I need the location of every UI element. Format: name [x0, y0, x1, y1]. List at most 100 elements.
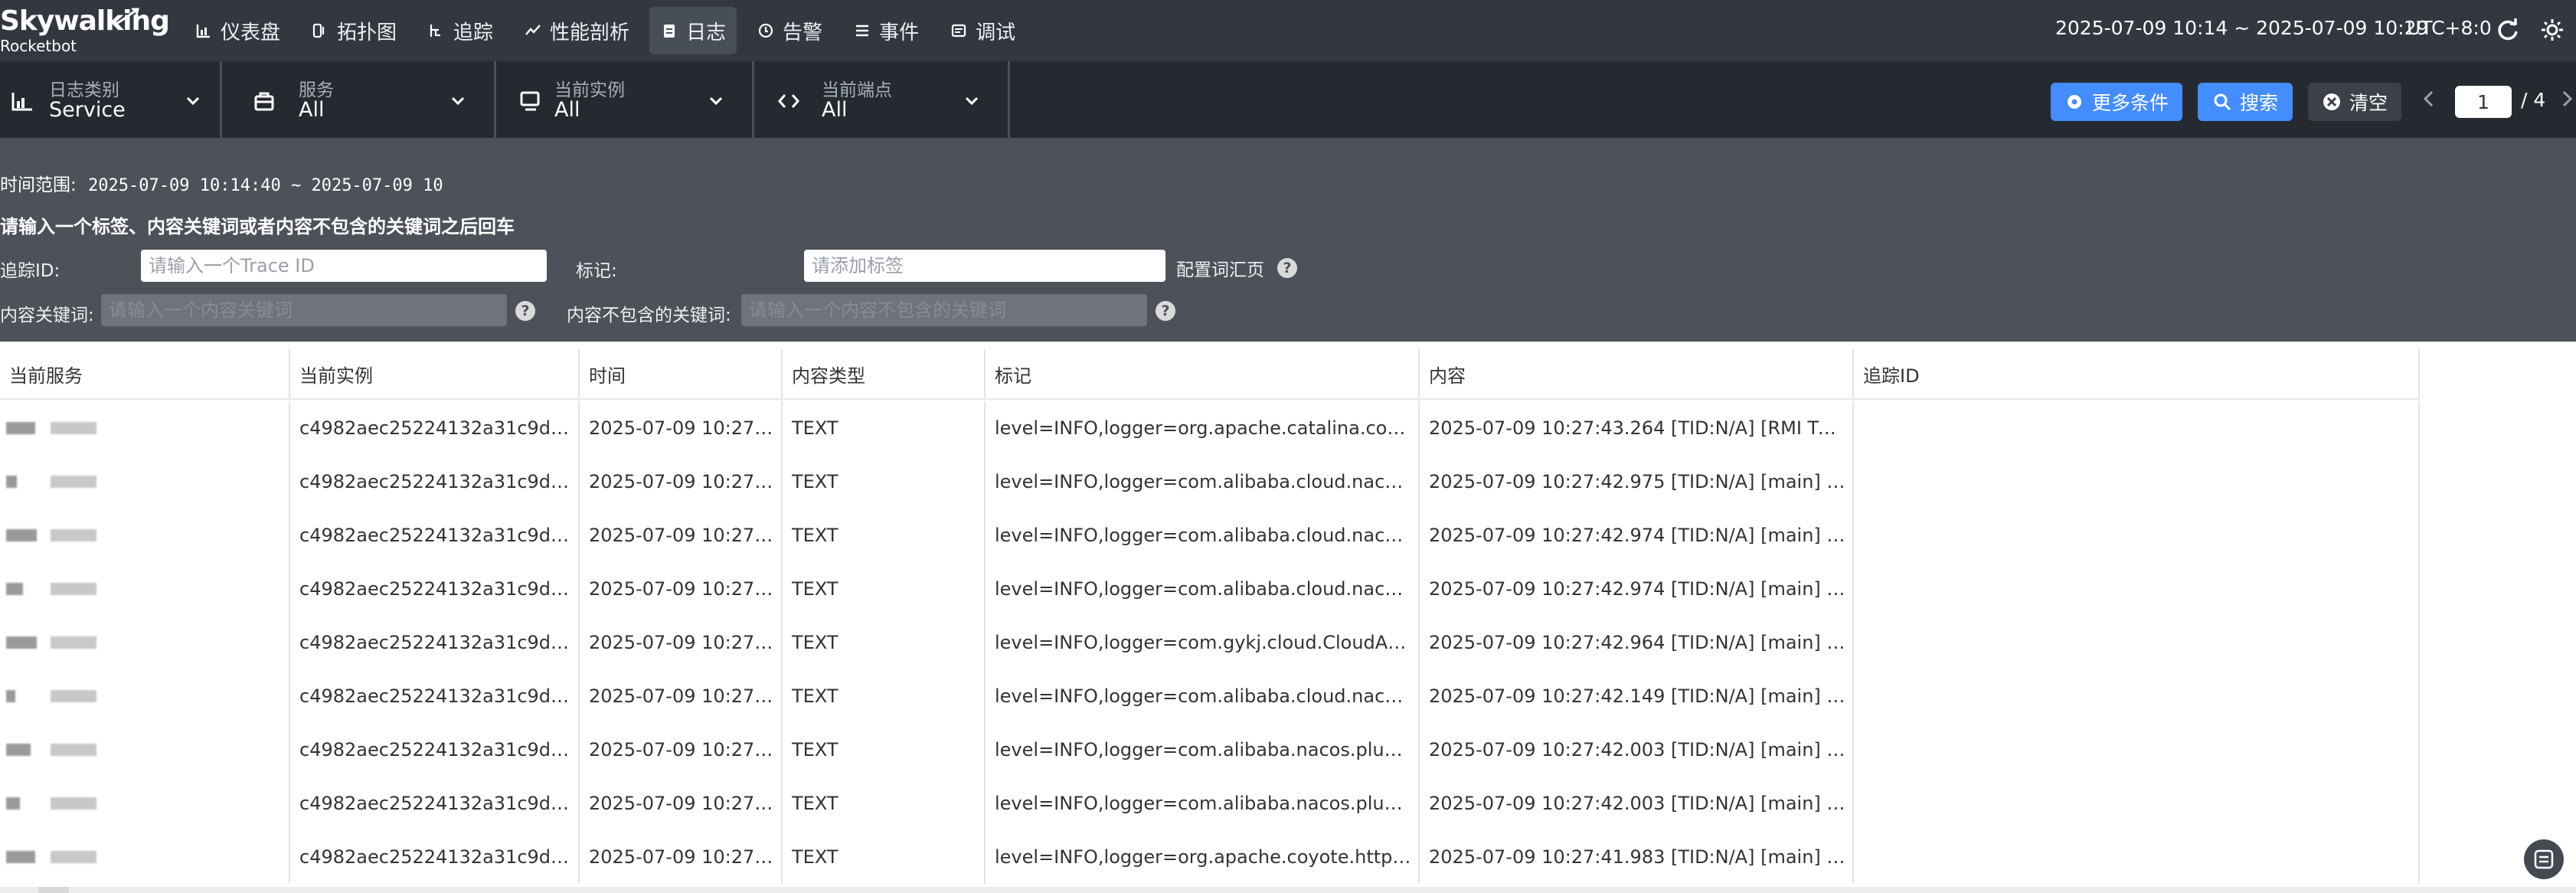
chevron-down-icon: [186, 96, 200, 106]
instance-label: 当前实例: [554, 80, 625, 100]
exclude-keyword-label: 内容不包含的关键词:: [567, 306, 731, 325]
top-navigation-bar: Skywalking Rocketbot 仪表盘 拓扑图 追踪 性能剖析 日志: [0, 0, 2576, 61]
nav-trace[interactable]: 追踪: [417, 7, 504, 54]
table-row[interactable]: c4982aec25224132a31c9d2d6... 2025-07-09 1…: [0, 455, 2576, 509]
search-button[interactable]: 搜索: [2198, 83, 2293, 121]
cell-trace-id: [1854, 830, 2420, 884]
table-row[interactable]: c4982aec25224132a31c9d2d6... 2025-07-09 1…: [0, 669, 2576, 723]
table-row[interactable]: c4982aec25224132a31c9d2d6... 2025-07-09 1…: [0, 562, 2576, 616]
endpoint-label: 当前端点: [822, 80, 892, 100]
nav-alarm-label: 告警: [783, 21, 823, 44]
settings-icon[interactable]: [2539, 17, 2565, 43]
redacted-service-name: [6, 583, 23, 595]
instance-select[interactable]: 当前实例 All: [496, 61, 754, 138]
service-select[interactable]: 服务 All: [222, 61, 496, 138]
cell-instance-text: c4982aec25224132a31c9d2d6...: [299, 685, 572, 707]
horizontal-scrollbar[interactable]: [0, 887, 2576, 893]
cell-content: 2025-07-09 10:27:43.264 [TID:N/A] [RMI T…: [1420, 401, 1854, 455]
col-content: 内容: [1420, 349, 1854, 398]
cell-time: 2025-07-09 10:27:42: [580, 616, 783, 669]
col-tags: 标记: [986, 349, 1420, 398]
cell-instance-text: c4982aec25224132a31c9d2d6...: [299, 471, 572, 492]
table-row[interactable]: c4982aec25224132a31c9d2d6... 2025-07-09 1…: [0, 777, 2576, 830]
cell-instance: c4982aec25224132a31c9d2d6...: [290, 669, 580, 723]
table-row[interactable]: c4982aec25224132a31c9d2d6... 2025-07-09 1…: [0, 509, 2576, 562]
cell-instance-text: c4982aec25224132a31c9d2d6...: [299, 632, 572, 653]
cell-content-text: 2025-07-09 10:27:42.974 [TID:N/A] [main]…: [1429, 578, 1846, 600]
cell-tags: level=INFO,logger=com.alibaba.cloud.naco…: [986, 562, 1420, 616]
cell-content: 2025-07-09 10:27:42.003 [TID:N/A] [main]…: [1420, 723, 1854, 777]
time-range-label: 时间范围:: [0, 175, 77, 195]
scrollbar-thumb[interactable]: [38, 887, 69, 893]
cell-service: [0, 455, 290, 509]
vocab-link[interactable]: 配置词汇页: [1176, 255, 1264, 281]
table-row[interactable]: c4982aec25224132a31c9d2d6... 2025-07-09 1…: [0, 723, 2576, 777]
search-label: 搜索: [2239, 92, 2278, 114]
cell-content: 2025-07-09 10:27:42.975 [TID:N/A] [main]…: [1420, 455, 1854, 509]
assistant-float-button[interactable]: [2524, 839, 2564, 879]
more-conditions-button[interactable]: 更多条件: [2051, 83, 2182, 121]
log-category-select[interactable]: 日志类别 Service: [0, 61, 222, 138]
help-icon[interactable]: ?: [515, 301, 535, 321]
cell-type: TEXT: [783, 616, 986, 669]
timezone-label[interactable]: UTC+8:0: [2407, 17, 2492, 39]
refresh-icon[interactable]: [2495, 17, 2521, 43]
cell-type-text: TEXT: [792, 525, 839, 546]
chevron-down-icon: [451, 96, 465, 106]
tag-label: 标记:: [576, 261, 617, 281]
redacted-service-name: [6, 797, 20, 810]
chevron-right-icon[interactable]: [2558, 89, 2576, 109]
trace-id-input[interactable]: [141, 250, 547, 282]
nav-dashboard[interactable]: 仪表盘: [184, 7, 291, 54]
cell-tags: level=INFO,logger=com.alibaba.cloud.naco…: [986, 455, 1420, 509]
cell-type-text: TEXT: [792, 846, 839, 868]
cell-trace-id: [1854, 562, 2420, 616]
skywalking-logo[interactable]: Skywalking Rocketbot: [0, 6, 170, 60]
nav-dashboard-label: 仪表盘: [221, 21, 281, 44]
redacted-service-name: [51, 690, 96, 702]
table-row[interactable]: c4982aec25224132a31c9d2d6... 2025-07-09 1…: [0, 401, 2576, 455]
nav-debug[interactable]: 调试: [939, 7, 1026, 54]
redacted-service-name: [51, 636, 96, 649]
nav-trace-label: 追踪: [453, 21, 494, 44]
nav-log[interactable]: 日志: [649, 7, 737, 54]
nav-profile[interactable]: 性能剖析: [513, 7, 640, 54]
redacted-service-name: [6, 690, 15, 702]
page-number-input[interactable]: [2455, 86, 2512, 118]
topology-icon: [311, 21, 329, 40]
help-icon[interactable]: ?: [1277, 258, 1297, 278]
help-icon[interactable]: ?: [1156, 301, 1175, 321]
exclude-keyword-input[interactable]: [741, 294, 1147, 326]
keyword-input[interactable]: [101, 294, 507, 326]
nav-event[interactable]: 事件: [842, 7, 930, 54]
cell-type: TEXT: [783, 455, 986, 509]
event-icon: [853, 21, 871, 40]
tag-input[interactable]: [804, 250, 1165, 282]
trace-icon: [427, 21, 446, 40]
log-category-value: Service: [49, 98, 126, 122]
col-type: 内容类型: [783, 349, 986, 398]
cell-service: [0, 777, 290, 830]
chevron-down-icon: [965, 96, 979, 106]
nav-alarm[interactable]: 告警: [746, 7, 833, 54]
cell-time: 2025-07-09 10:27:42: [580, 562, 783, 616]
cell-tags-text: level=INFO,logger=org.apache.coyote.http…: [995, 846, 1412, 868]
nav-event-label: 事件: [879, 21, 920, 44]
cell-time: 2025-07-09 10:27:42: [580, 455, 783, 509]
table-row[interactable]: c4982aec25224132a31c9d2d6... 2025-07-09 1…: [0, 616, 2576, 669]
trace-id-label: 追踪ID:: [0, 261, 60, 281]
table-header: 当前服务 当前实例 时间 内容类型 标记 内容 追踪ID: [0, 349, 2420, 400]
nav-topology[interactable]: 拓扑图: [300, 7, 407, 54]
table-row[interactable]: c4982aec25224132a31c9d2d6... 2025-07-09 1…: [0, 830, 2576, 884]
nav-log-label: 日志: [686, 21, 727, 44]
cell-service: [0, 723, 290, 777]
endpoint-select[interactable]: 当前端点 All: [754, 61, 1010, 138]
page-total: / 4: [2521, 89, 2546, 111]
clear-button[interactable]: 清空: [2308, 83, 2401, 121]
chevron-left-icon[interactable]: [2420, 89, 2438, 109]
cell-tags-text: level=INFO,logger=com.alibaba.nacos.plug…: [995, 739, 1412, 761]
cell-time: 2025-07-09 10:27:42: [580, 723, 783, 777]
cell-instance: c4982aec25224132a31c9d2d6...: [290, 777, 580, 830]
time-range-picker[interactable]: 2025-07-09 10:14 ~ 2025-07-09 10:29: [2055, 17, 2428, 39]
time-range-value: 2025-07-09 10:14:40 ~ 2025-07-09 10: [88, 176, 443, 195]
